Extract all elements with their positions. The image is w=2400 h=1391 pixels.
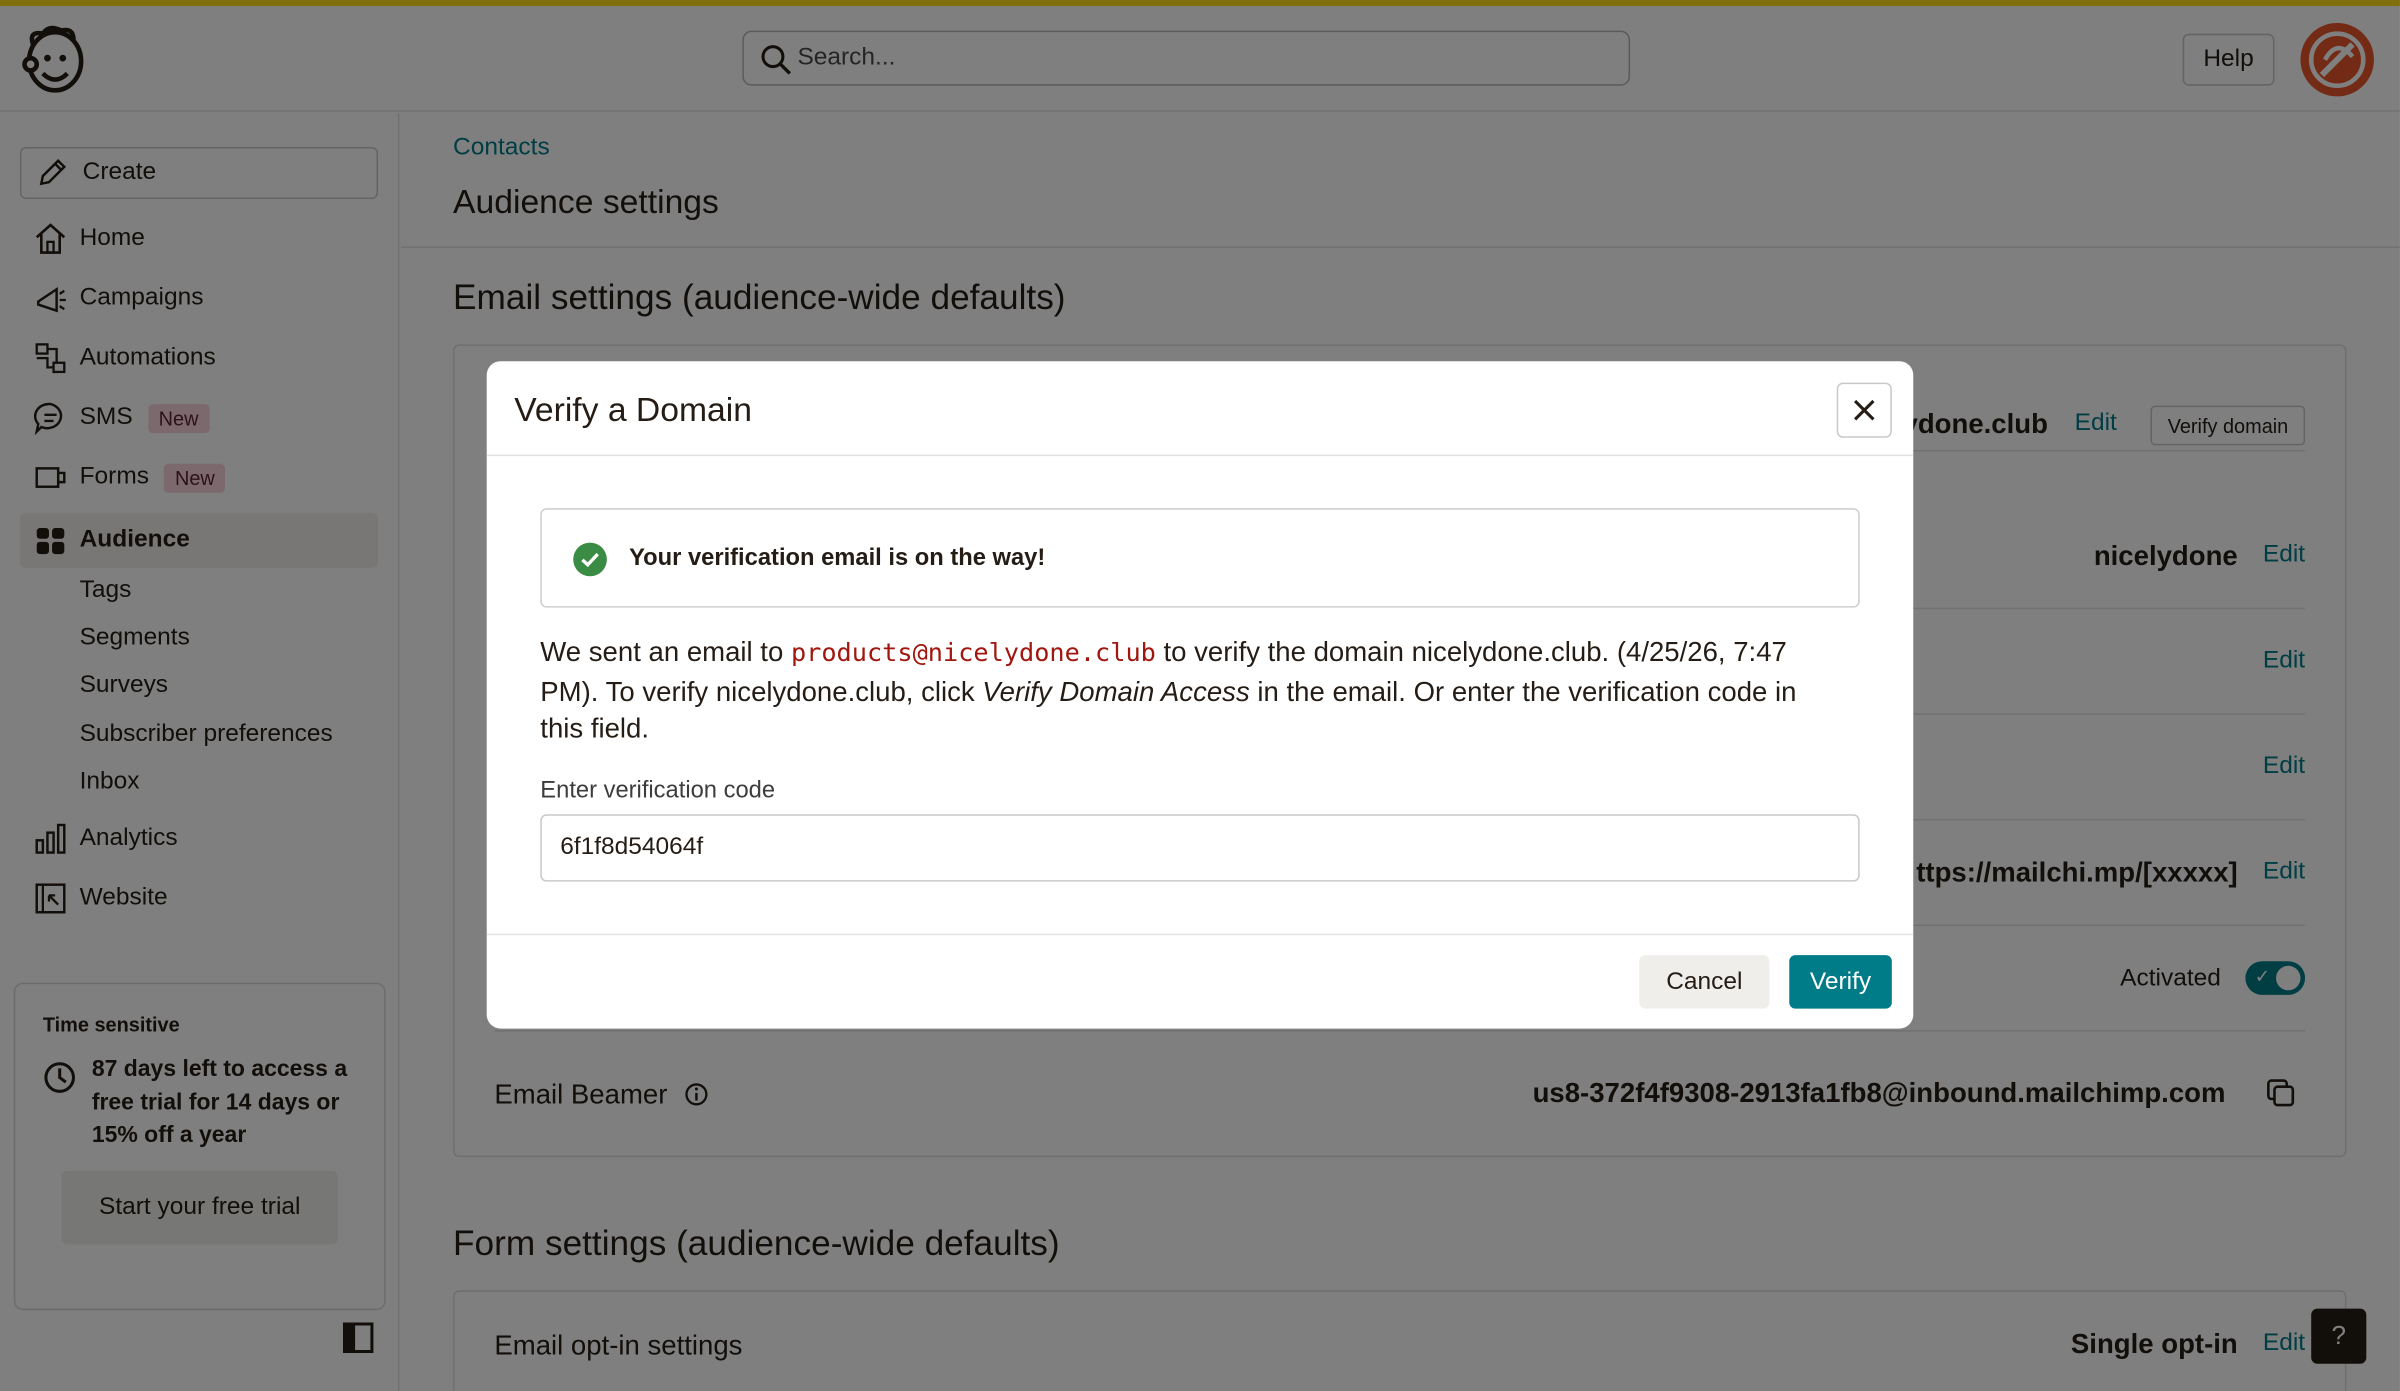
description-text: We sent an email to <box>540 636 791 668</box>
verification-code-input[interactable] <box>540 814 1860 882</box>
app-root: Help Create Home <box>0 0 2400 1391</box>
modal-description: We sent an email to products@nicelydone.… <box>540 634 1810 748</box>
modal-footer: Cancel Verify <box>486 933 1914 1029</box>
check-circle-icon <box>573 542 607 577</box>
success-alert: Your verification email is on the way! <box>540 508 1860 608</box>
modal-header: Verify a Domain <box>486 361 1914 457</box>
verification-email: products@nicelydone.club <box>790 638 1156 668</box>
verify-domain-modal: Verify a Domain Your verification email … <box>486 361 1914 1029</box>
verify-domain-access-text: Verify Domain Access <box>982 675 1250 707</box>
cancel-button[interactable]: Cancel <box>1639 955 1770 1009</box>
verification-code-label: Enter verification code <box>540 777 776 804</box>
close-icon <box>1854 399 1875 421</box>
verify-button[interactable]: Verify <box>1789 955 1892 1009</box>
close-button[interactable] <box>1836 382 1892 438</box>
alert-message: Your verification email is on the way! <box>629 544 1046 571</box>
modal-title: Verify a Domain <box>514 390 752 429</box>
